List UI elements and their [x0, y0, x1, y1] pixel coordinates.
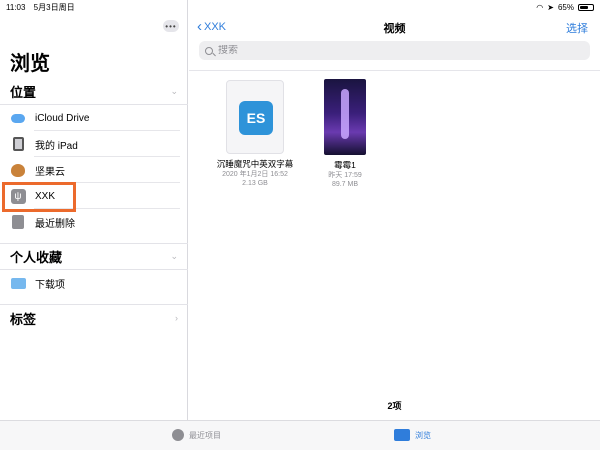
sidebar-item-label: iCloud Drive: [35, 112, 90, 124]
folder-icon: [394, 429, 410, 441]
tab-browse[interactable]: 浏览: [394, 429, 431, 441]
file-date: 昨天 17:59: [328, 172, 362, 179]
clock-icon: [172, 429, 184, 441]
back-button[interactable]: ‹ XXK: [197, 18, 226, 35]
tags-section: 标签 ›: [0, 304, 188, 331]
locations-header[interactable]: 位置 ⌄: [0, 79, 188, 105]
file-date: 2020 年1月2日 16:52: [222, 171, 288, 178]
select-button[interactable]: 选择: [566, 20, 588, 36]
page-title: 视频: [383, 23, 406, 35]
es-file-icon: ES: [226, 80, 284, 154]
sidebar-item-my-ipad[interactable]: 我的 iPad: [0, 131, 188, 157]
sidebar-item-label: 下载项: [35, 279, 65, 291]
file-name: 霉霉1: [334, 160, 356, 170]
tab-recents[interactable]: 最近项目: [172, 429, 221, 441]
chevron-left-icon: ‹: [197, 18, 202, 35]
file-name: 沉睡魔咒中英双字幕: [216, 159, 294, 169]
search-input[interactable]: [218, 45, 518, 56]
trash-icon: [10, 214, 26, 230]
sidebar-item-label: 坚果云: [35, 166, 65, 178]
status-bar: 11:03 5月3日周日 ◠ ➤ 65%: [0, 0, 600, 14]
wifi-icon: ◠: [536, 2, 544, 12]
more-button[interactable]: •••: [163, 20, 179, 32]
video-thumbnail: [324, 79, 366, 155]
favorites-section: 个人收藏 ⌄ 下载项: [0, 243, 188, 296]
item-count: 2项: [387, 401, 402, 411]
sidebar-item-jianguoyun[interactable]: 坚果云: [0, 157, 188, 183]
ipad-icon: [10, 136, 26, 152]
file-size: 89.7 MB: [331, 181, 359, 188]
sidebar-item-downloads[interactable]: 下载项: [0, 270, 188, 296]
sidebar-item-label: 最近删除: [35, 218, 75, 230]
sidebar: ••• 浏览 位置 ⌄ iCloud Drive 我的 iPad 坚果云 ψ X…: [0, 0, 188, 420]
sidebar-item-recently-deleted[interactable]: 最近删除: [0, 209, 188, 235]
main-content: 视频 ‹ XXK 选择 ES 沉睡魔咒中英双字幕 2020 年1月2日 16:5…: [189, 0, 600, 420]
favorites-header[interactable]: 个人收藏 ⌄: [0, 244, 188, 270]
sidebar-item-icloud[interactable]: iCloud Drive: [0, 105, 188, 131]
chevron-right-icon: ›: [175, 313, 178, 323]
battery-percent: 65%: [557, 2, 574, 12]
search-icon: [205, 46, 213, 55]
tags-header[interactable]: 标签 ›: [0, 305, 188, 331]
battery-icon: [578, 3, 594, 11]
xxk-highlight-box: [2, 182, 76, 212]
tab-bar: 最近项目 浏览: [0, 420, 600, 450]
file-item[interactable]: 霉霉1 昨天 17:59 89.7 MB: [309, 79, 381, 189]
nut-icon: [10, 162, 26, 178]
sidebar-title: 浏览: [10, 53, 50, 75]
chevron-down-icon: ⌄: [170, 86, 178, 96]
cloud-icon: [10, 110, 26, 126]
file-size: 2.13 GB: [242, 180, 268, 187]
chevron-down-icon: ⌄: [170, 251, 178, 261]
location-icon: ➤: [547, 2, 554, 12]
folder-icon: [10, 275, 26, 291]
files-app: 11:03 5月3日周日 ◠ ➤ 65% ••• 浏览 位置 ⌄ iCloud …: [0, 0, 600, 450]
search-bar[interactable]: [199, 41, 590, 60]
sidebar-item-label: 我的 iPad: [35, 140, 78, 152]
file-item[interactable]: ES 沉睡魔咒中英双字幕 2020 年1月2日 16:52 2.13 GB: [205, 80, 305, 188]
status-time: 11:03: [6, 2, 26, 12]
divider: [189, 70, 600, 71]
status-date: 5月3日周日: [33, 2, 75, 12]
